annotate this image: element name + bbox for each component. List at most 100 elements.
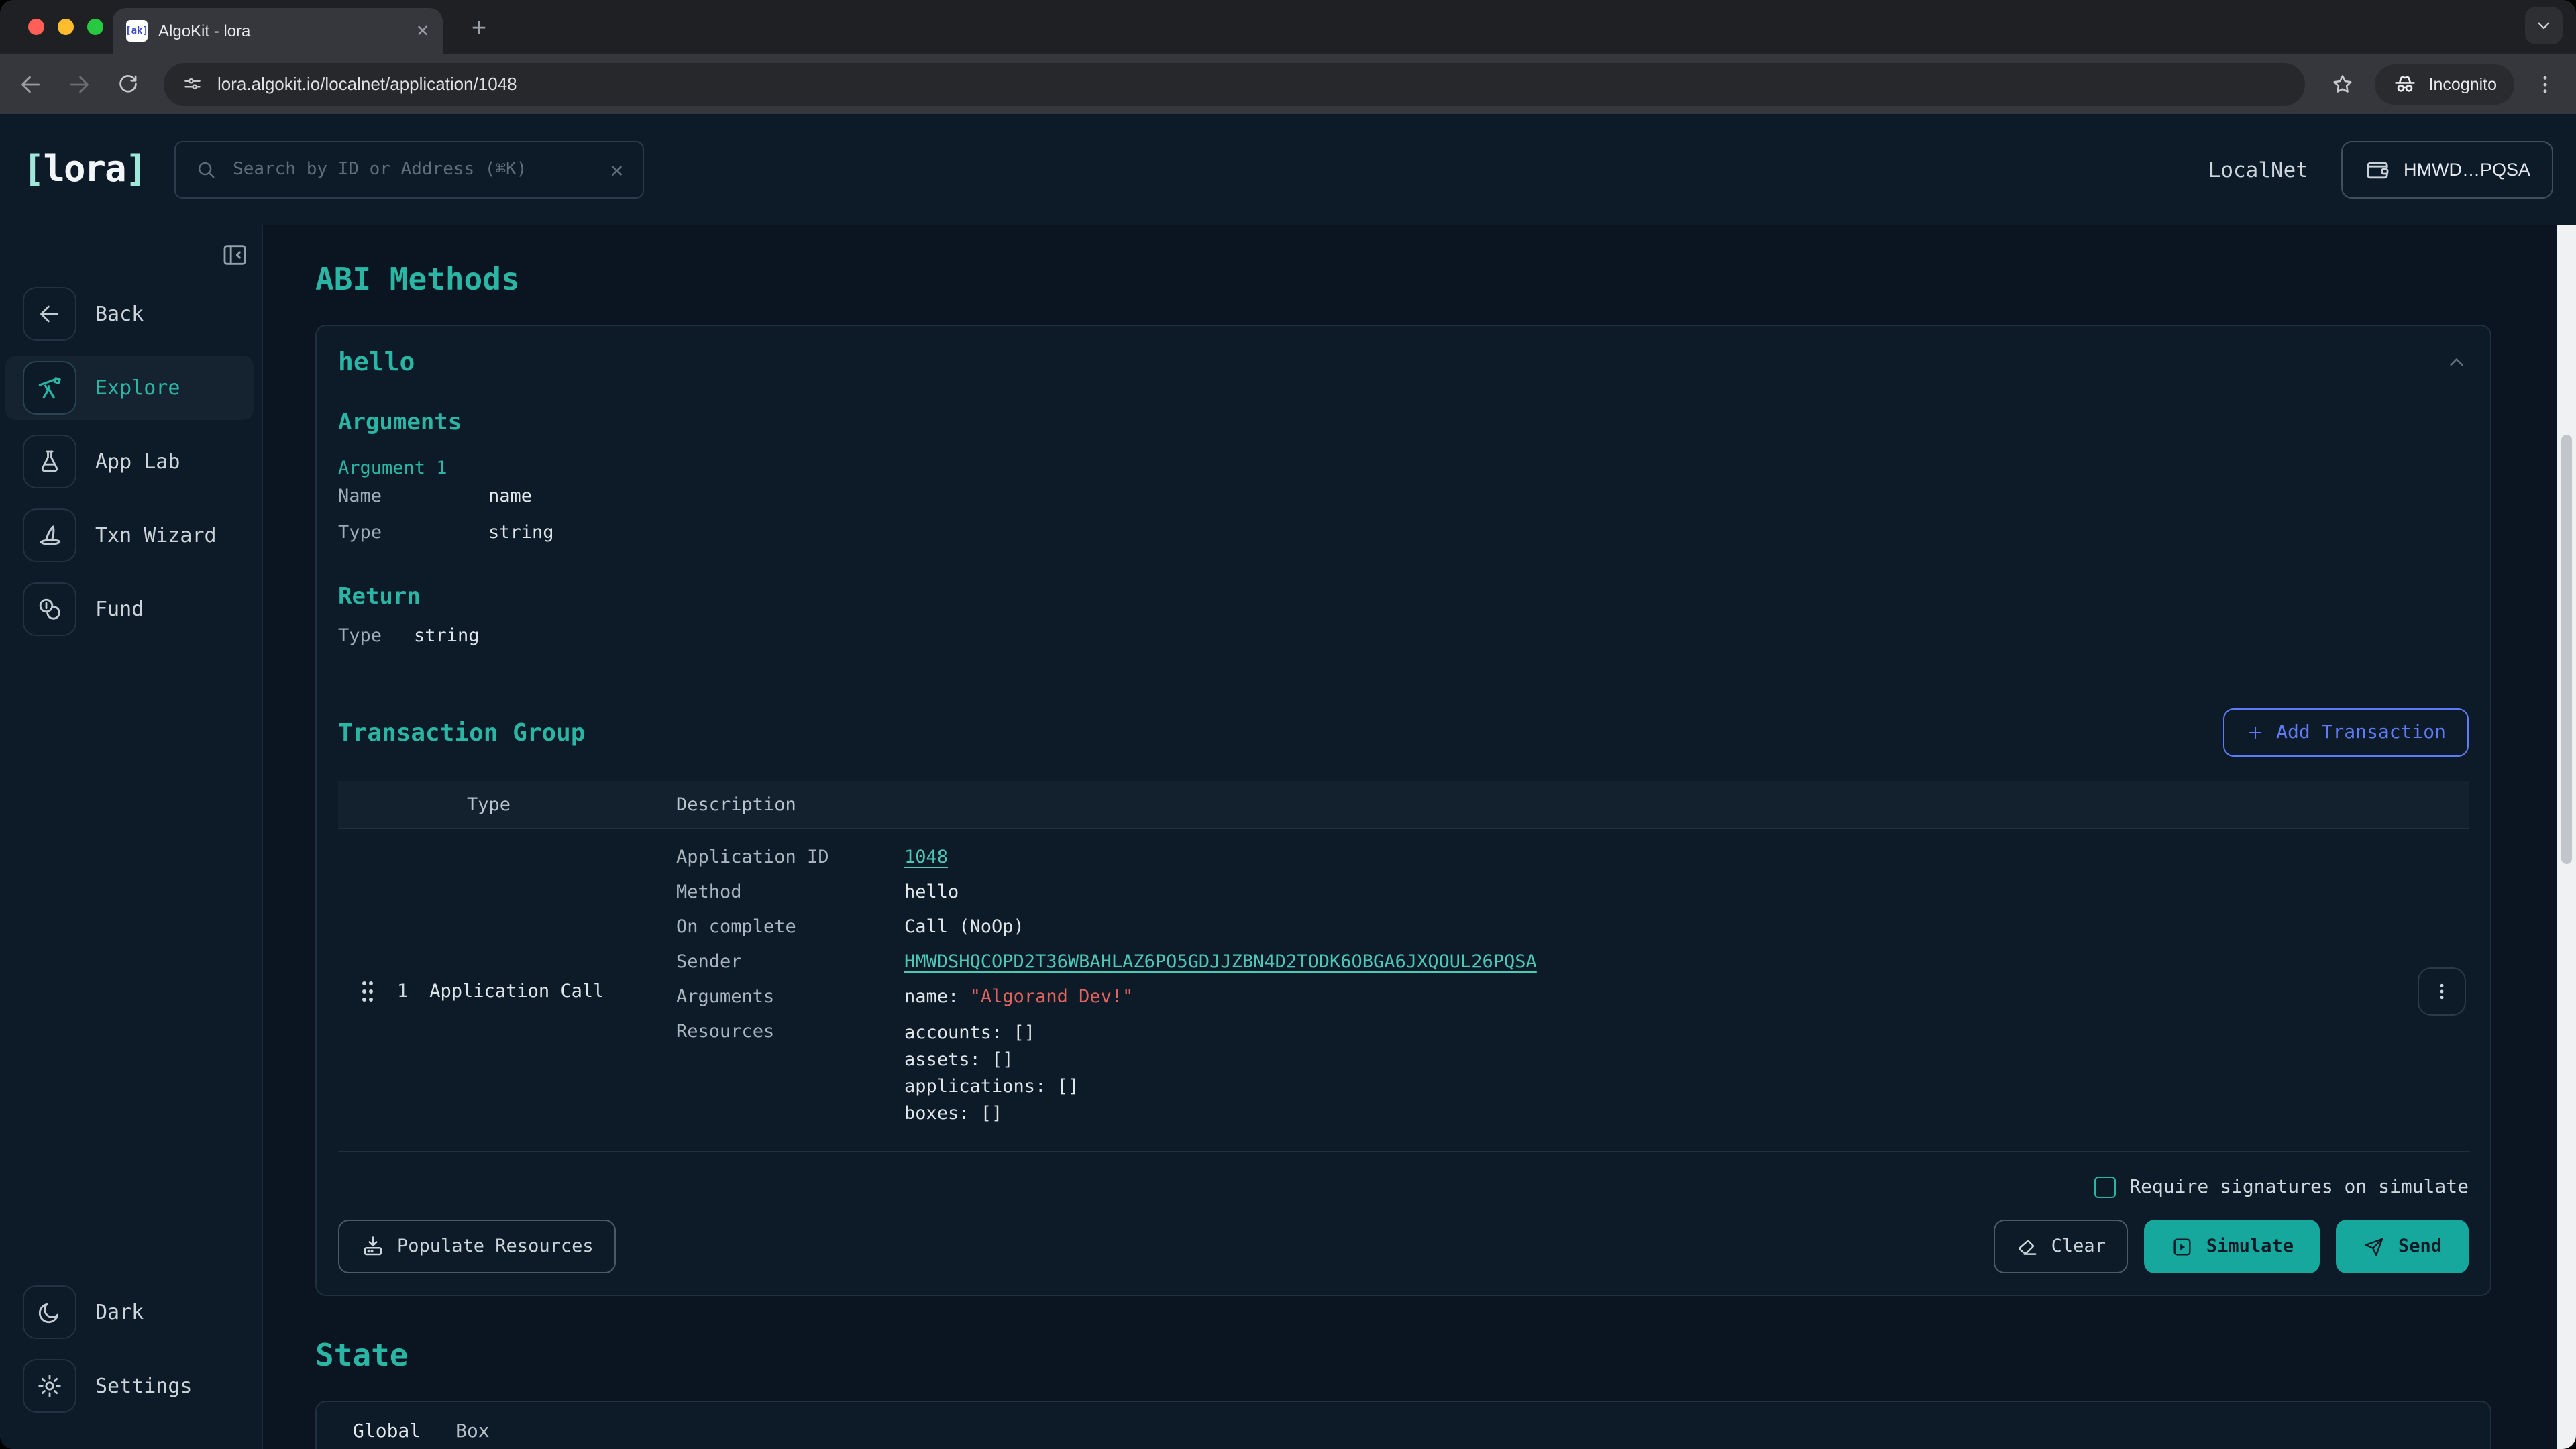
- chevron-down-icon: [2533, 15, 2555, 36]
- return-type-value: string: [414, 625, 480, 647]
- header-right: LocalNet HMWD…PQSA: [2208, 141, 2553, 199]
- field-method: Method hello: [676, 880, 2388, 904]
- sender-address-link[interactable]: HMWDSHQCOPD2T36WBAHLAZ6PO5GDJJZBN4D2TODK…: [904, 951, 1537, 973]
- lora-logo[interactable]: [lora]: [23, 149, 146, 191]
- argument-name-label: Name: [338, 479, 488, 515]
- field-on-complete: On complete Call (NoOp): [676, 915, 2388, 939]
- on-complete-value: Call (NoOp): [904, 915, 2388, 939]
- back-button[interactable]: [13, 66, 48, 101]
- row-menu-button[interactable]: [2418, 967, 2466, 1016]
- logo-bracket-close: ]: [125, 149, 146, 191]
- browser-menu-button[interactable]: [2528, 66, 2563, 101]
- panel-collapse-icon: [221, 241, 248, 268]
- logo-bracket-open: [: [23, 149, 44, 191]
- search-box[interactable]: ✕: [174, 141, 643, 199]
- transaction-type: Application Call: [429, 981, 604, 1002]
- bookmark-button[interactable]: [2324, 65, 2362, 103]
- state-tabs: Global Box: [317, 1402, 2490, 1449]
- field-label: Arguments: [676, 985, 904, 1009]
- macos-close-button[interactable]: [28, 19, 44, 35]
- sidebar-item-label: App Lab: [95, 449, 180, 474]
- macos-minimize-button[interactable]: [58, 19, 74, 35]
- incognito-badge: Incognito: [2375, 64, 2514, 104]
- clear-button[interactable]: Clear: [1994, 1220, 2129, 1273]
- new-tab-button[interactable]: +: [462, 12, 496, 47]
- send-label: Send: [2398, 1236, 2442, 1257]
- transaction-group-header: Transaction Group Add Transaction: [338, 708, 2469, 757]
- kebab-menu-icon: [2533, 72, 2557, 96]
- sidebar-item-txn-wizard[interactable]: Txn Wizard: [0, 503, 262, 568]
- abi-method-card: hello Arguments Argument 1 Name name Typ…: [315, 325, 2491, 1296]
- forward-button[interactable]: [62, 66, 97, 101]
- search-icon: [194, 158, 217, 181]
- resource-accounts: accounts: []: [904, 1020, 2388, 1046]
- argument-type-value: string: [488, 515, 2469, 551]
- url-text[interactable]: lora.algokit.io/localnet/application/104…: [217, 74, 517, 94]
- resource-applications: applications: []: [904, 1073, 2388, 1100]
- sidebar-item-explore[interactable]: Explore: [5, 356, 254, 420]
- clear-label: Clear: [2051, 1236, 2106, 1257]
- tab-box[interactable]: Box: [438, 1402, 507, 1449]
- return-heading: Return: [338, 584, 2469, 610]
- sidebar-item-app-lab[interactable]: App Lab: [0, 429, 262, 494]
- add-transaction-button[interactable]: Add Transaction: [2222, 708, 2469, 757]
- sidebar-nav: Back Explore App Lab: [0, 282, 262, 651]
- reload-button[interactable]: [110, 66, 145, 101]
- tab-favicon: [ak]: [126, 20, 148, 42]
- wallet-button[interactable]: HMWD…PQSA: [2341, 141, 2553, 199]
- gear-icon: [23, 1359, 76, 1413]
- page-scrollbar: [2557, 225, 2576, 1449]
- send-button[interactable]: Send: [2337, 1220, 2469, 1273]
- network-selector[interactable]: LocalNet: [2208, 158, 2308, 182]
- argument-1-label: Argument 1: [338, 458, 2469, 479]
- sidebar-item-dark-mode[interactable]: Dark: [0, 1280, 262, 1344]
- sidebar-item-label: Fund: [95, 597, 144, 621]
- tab-global[interactable]: Global: [335, 1402, 438, 1449]
- arrow-left-icon: [23, 287, 76, 341]
- chevron-up-icon[interactable]: [2445, 350, 2469, 374]
- require-signatures-row: Require signatures on simulate: [338, 1177, 2469, 1198]
- sidebar-item-back[interactable]: Back: [0, 282, 262, 346]
- search-input[interactable]: [230, 158, 597, 181]
- sidebar-collapse-button[interactable]: [217, 237, 252, 272]
- sidebar-item-label: Explore: [95, 376, 180, 400]
- transaction-index: 1: [397, 981, 408, 1002]
- require-signatures-checkbox[interactable]: [2094, 1177, 2116, 1198]
- sidebar-item-fund[interactable]: Fund: [0, 577, 262, 641]
- macos-zoom-button[interactable]: [87, 19, 103, 35]
- sidebar-item-settings[interactable]: Settings: [0, 1354, 262, 1418]
- browser-tab[interactable]: [ak] AlgoKit - lora ✕: [113, 8, 443, 54]
- table-header-row: Type Description: [338, 781, 2469, 829]
- scrollbar-thumb[interactable]: [2561, 435, 2572, 864]
- browser-chrome: [ak] AlgoKit - lora ✕ +: [0, 0, 2576, 114]
- argument-name-row: Name name: [338, 479, 2469, 515]
- transaction-description-cell: Application ID 1048 Method hello On comp…: [676, 845, 2388, 1138]
- field-label: On complete: [676, 915, 904, 939]
- tab-search-chevron-button[interactable]: [2525, 7, 2563, 44]
- drag-handle-icon[interactable]: [360, 979, 376, 1004]
- resources-values: accounts: [] assets: [] applications: []…: [904, 1020, 2388, 1127]
- arrow-right-icon: [66, 70, 93, 97]
- simulate-button[interactable]: Simulate: [2145, 1220, 2320, 1273]
- download-tray-icon: [361, 1234, 385, 1258]
- transaction-actions: Populate Resources Clear: [338, 1220, 2469, 1273]
- sidebar: Back Explore App Lab: [0, 225, 263, 1449]
- application-id-link[interactable]: 1048: [904, 847, 948, 868]
- kebab-menu-icon: [2431, 981, 2453, 1002]
- tab-strip: [ak] AlgoKit - lora ✕ +: [0, 0, 2576, 54]
- method-header[interactable]: hello: [338, 347, 2469, 377]
- tab-close-icon[interactable]: ✕: [416, 21, 429, 40]
- search-clear-icon[interactable]: ✕: [610, 157, 623, 182]
- url-bar[interactable]: lora.algokit.io/localnet/application/104…: [164, 62, 2306, 105]
- telescope-icon: [23, 361, 76, 415]
- lora-app: [lora] ✕ LocalNet HMWD…PQSA: [0, 114, 2576, 1449]
- field-label: Application ID: [676, 845, 904, 869]
- transaction-type-cell: 1 Application Call: [338, 979, 676, 1004]
- wallet-icon: [2363, 156, 2390, 183]
- populate-resources-button[interactable]: Populate Resources: [338, 1220, 616, 1273]
- argument-type-row: Type string: [338, 515, 2469, 551]
- screen: [ak] AlgoKit - lora ✕ +: [0, 0, 2576, 1449]
- site-info-icon[interactable]: [181, 72, 204, 95]
- sidebar-item-label: Txn Wizard: [95, 523, 217, 547]
- return-type-label: Type: [338, 625, 382, 647]
